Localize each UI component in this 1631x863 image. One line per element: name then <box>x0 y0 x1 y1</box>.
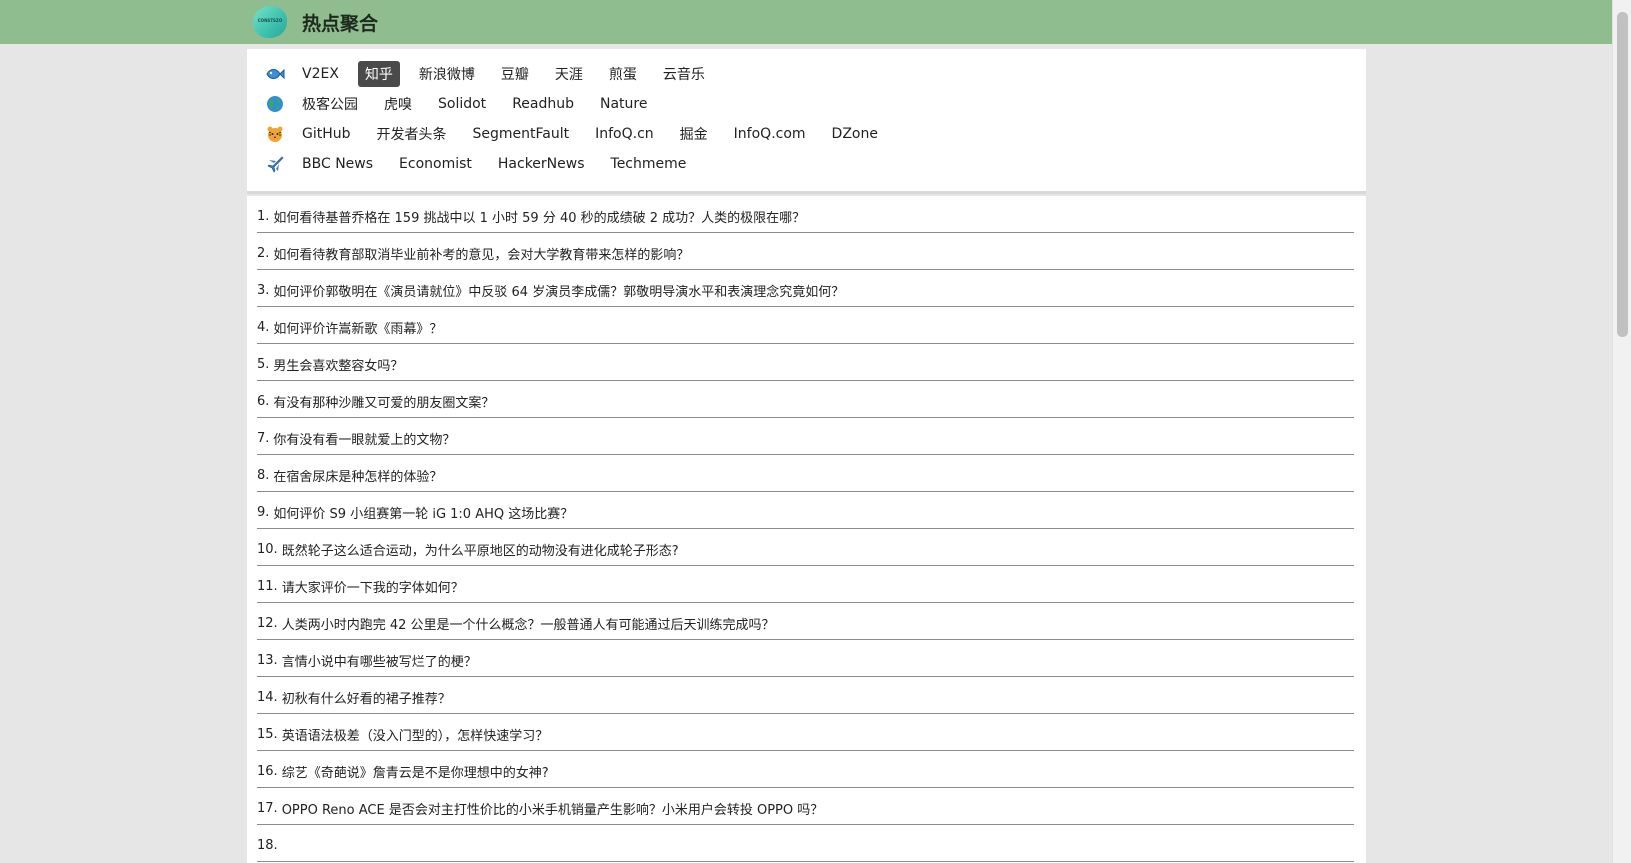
item-title-link[interactable]: 如何看待教育部取消毕业前补考的意见，会对大学教育带来怎样的影响？ <box>273 244 689 263</box>
nav-tab[interactable]: 新浪微博 <box>412 61 482 87</box>
item-number: 13. <box>257 652 278 668</box>
item-title-link[interactable]: 如何评价 S9 小组赛第一轮 iG 1:0 AHQ 这场比赛？ <box>273 503 573 522</box>
item-number: 9. <box>257 504 270 520</box>
item-number: 16. <box>257 763 278 779</box>
item-number: 14. <box>257 689 278 705</box>
item-number: 6. <box>257 393 270 409</box>
nav-tab[interactable]: V2EX <box>295 63 346 85</box>
item-number: 17. <box>257 800 278 816</box>
nav-tab[interactable]: GitHub <box>295 123 358 145</box>
source-nav-panel: V2EX 知乎 新浪微博 豆瓣 天涯 煎蛋 云音乐 极客公园 虎嗅 Solidot Readhub… <box>247 49 1366 194</box>
nav-tab[interactable]: Economist <box>392 153 479 175</box>
list-item[interactable]: 4. 如何评价许嵩新歌《雨幕》？ <box>257 307 1354 344</box>
nav-tab[interactable]: Readhub <box>505 93 581 115</box>
nav-tab[interactable]: 天涯 <box>548 61 590 87</box>
item-title-link[interactable]: OPPO Reno ACE 是否会对主打性价比的小米手机销量产生影响？小米用户会… <box>282 799 824 818</box>
item-title-link[interactable]: 请大家评价一下我的字体如何？ <box>282 577 464 596</box>
item-title-link[interactable]: 如何评价许嵩新歌《雨幕》？ <box>273 318 442 337</box>
list-item[interactable]: 16. 综艺《奇葩说》詹青云是不是你理想中的女神? <box>257 751 1354 788</box>
item-title-link[interactable]: 如何评价郭敬明在《演员请就位》中反驳 64 岁演员李成儒？郭敬明导演水平和表演理… <box>273 281 844 300</box>
item-number: 10. <box>257 541 278 557</box>
item-title-link[interactable]: 如何看待基普乔格在 159 挑战中以 1 小时 59 分 40 秒的成绩破 2 … <box>273 207 805 226</box>
list-item[interactable]: 18. <box>257 825 1354 862</box>
list-item[interactable]: 1. 如何看待基普乔格在 159 挑战中以 1 小时 59 分 40 秒的成绩破 … <box>257 196 1354 233</box>
nav-tab[interactable]: 虎嗅 <box>377 91 419 117</box>
list-item[interactable]: 10. 既然轮子这么适合运动，为什么平原地区的动物没有进化成轮子形态? <box>257 529 1354 566</box>
nav-tab[interactable]: InfoQ.cn <box>588 123 661 145</box>
item-title-link[interactable]: 综艺《奇葩说》詹青云是不是你理想中的女神? <box>282 762 549 781</box>
nav-tab[interactable]: 云音乐 <box>656 61 712 87</box>
list-item[interactable]: 3. 如何评价郭敬明在《演员请就位》中反驳 64 岁演员李成儒？郭敬明导演水平和表… <box>257 270 1354 307</box>
list-item[interactable]: 7. 你有没有看一眼就爱上的文物？ <box>257 418 1354 455</box>
item-title-link[interactable]: 既然轮子这么适合运动，为什么平原地区的动物没有进化成轮子形态? <box>282 540 679 559</box>
item-number: 18. <box>257 837 278 853</box>
site-logo[interactable]: CONSTSZO <box>253 6 287 38</box>
list-item[interactable]: 9. 如何评价 S9 小组赛第一轮 iG 1:0 AHQ 这场比赛？ <box>257 492 1354 529</box>
nav-tab[interactable]: Solidot <box>431 93 493 115</box>
list-item[interactable]: 17. OPPO Reno ACE 是否会对主打性价比的小米手机销量产生影响？小米… <box>257 788 1354 825</box>
plane-icon <box>265 154 285 174</box>
item-title-link[interactable]: 你有没有看一眼就爱上的文物？ <box>273 429 455 448</box>
item-title-link[interactable]: 英语语法极差（没入门型的），怎样快速学习？ <box>282 725 549 744</box>
scrollbar-thumb[interactable] <box>1617 12 1628 337</box>
list-item[interactable]: 5. 男生会喜欢整容女吗？ <box>257 344 1354 381</box>
list-item[interactable]: 8. 在宿舍尿床是种怎样的体验？ <box>257 455 1354 492</box>
item-number: 7. <box>257 430 270 446</box>
item-title-link[interactable]: 言情小说中有哪些被写烂了的梗？ <box>282 651 477 670</box>
globe-icon <box>265 94 285 114</box>
item-title-link[interactable]: 初秋有什么好看的裙子推荐？ <box>282 688 451 707</box>
nav-row-developer: GitHub 开发者头条 SegmentFault InfoQ.cn 掘金 InfoQ.c… <box>247 121 897 147</box>
logo-text: CONSTSZO <box>257 18 283 23</box>
top-header: CONSTSZO 热点聚合 <box>0 0 1612 44</box>
list-item[interactable]: 11. 请大家评价一下我的字体如何？ <box>257 566 1354 603</box>
hot-list-panel: 1. 如何看待基普乔格在 159 挑战中以 1 小时 59 分 40 秒的成绩破 … <box>247 196 1366 863</box>
item-number: 8. <box>257 467 270 483</box>
nav-row-international: BBC News Economist HackerNews Techmeme <box>247 151 705 177</box>
page-scrollbar[interactable] <box>1612 0 1631 863</box>
nav-row-community: V2EX 知乎 新浪微博 豆瓣 天涯 煎蛋 云音乐 <box>247 61 724 87</box>
item-number: 11. <box>257 578 278 594</box>
nav-tab[interactable]: InfoQ.com <box>727 123 813 145</box>
item-number: 3. <box>257 282 270 298</box>
nav-tab[interactable]: 知乎 <box>357 61 400 87</box>
nav-tab[interactable]: SegmentFault <box>466 123 577 145</box>
nav-row-tech-news: 极客公园 虎嗅 Solidot Readhub Nature <box>247 91 666 117</box>
nav-tab[interactable]: 开发者头条 <box>370 121 454 147</box>
list-item[interactable]: 15. 英语语法极差（没入门型的），怎样快速学习？ <box>257 714 1354 751</box>
list-item[interactable]: 6. 有没有那种沙雕又可爱的朋友圈文案？ <box>257 381 1354 418</box>
nav-tab[interactable]: 煎蛋 <box>602 61 644 87</box>
nav-tab[interactable]: BBC News <box>295 153 380 175</box>
list-item[interactable]: 12. 人类两小时内跑完 42 公里是一个什么概念？一般普通人有可能通过后天训练完… <box>257 603 1354 640</box>
item-title-link[interactable]: 男生会喜欢整容女吗？ <box>273 355 403 374</box>
item-number: 4. <box>257 319 270 335</box>
item-number: 2. <box>257 245 270 261</box>
item-title-link[interactable]: 有没有那种沙雕又可爱的朋友圈文案？ <box>273 392 494 411</box>
list-item[interactable]: 14. 初秋有什么好看的裙子推荐？ <box>257 677 1354 714</box>
nav-tab[interactable]: 豆瓣 <box>494 61 536 87</box>
hot-topic-list: 1. 如何看待基普乔格在 159 挑战中以 1 小时 59 分 40 秒的成绩破 … <box>247 196 1366 862</box>
list-item[interactable]: 2. 如何看待教育部取消毕业前补考的意见，会对大学教育带来怎样的影响？ <box>257 233 1354 270</box>
item-number: 1. <box>257 208 270 224</box>
item-title-link[interactable]: 在宿舍尿床是种怎样的体验？ <box>273 466 442 485</box>
fish-icon <box>265 64 285 84</box>
nav-tab[interactable]: Nature <box>593 93 654 115</box>
item-title-link[interactable]: 人类两小时内跑完 42 公里是一个什么概念？一般普通人有可能通过后天训练完成吗？ <box>282 614 775 633</box>
item-number: 12. <box>257 615 278 631</box>
nav-tab[interactable]: 掘金 <box>673 121 715 147</box>
tiger-icon <box>265 124 285 144</box>
nav-tab[interactable]: HackerNews <box>491 153 592 175</box>
item-number: 5. <box>257 356 270 372</box>
list-item[interactable]: 13. 言情小说中有哪些被写烂了的梗？ <box>257 640 1354 677</box>
item-number: 15. <box>257 726 278 742</box>
nav-tab[interactable]: Techmeme <box>604 153 694 175</box>
nav-tab[interactable]: DZone <box>825 123 885 145</box>
site-title[interactable]: 热点聚合 <box>302 9 378 36</box>
nav-tab[interactable]: 极客公园 <box>295 91 365 117</box>
